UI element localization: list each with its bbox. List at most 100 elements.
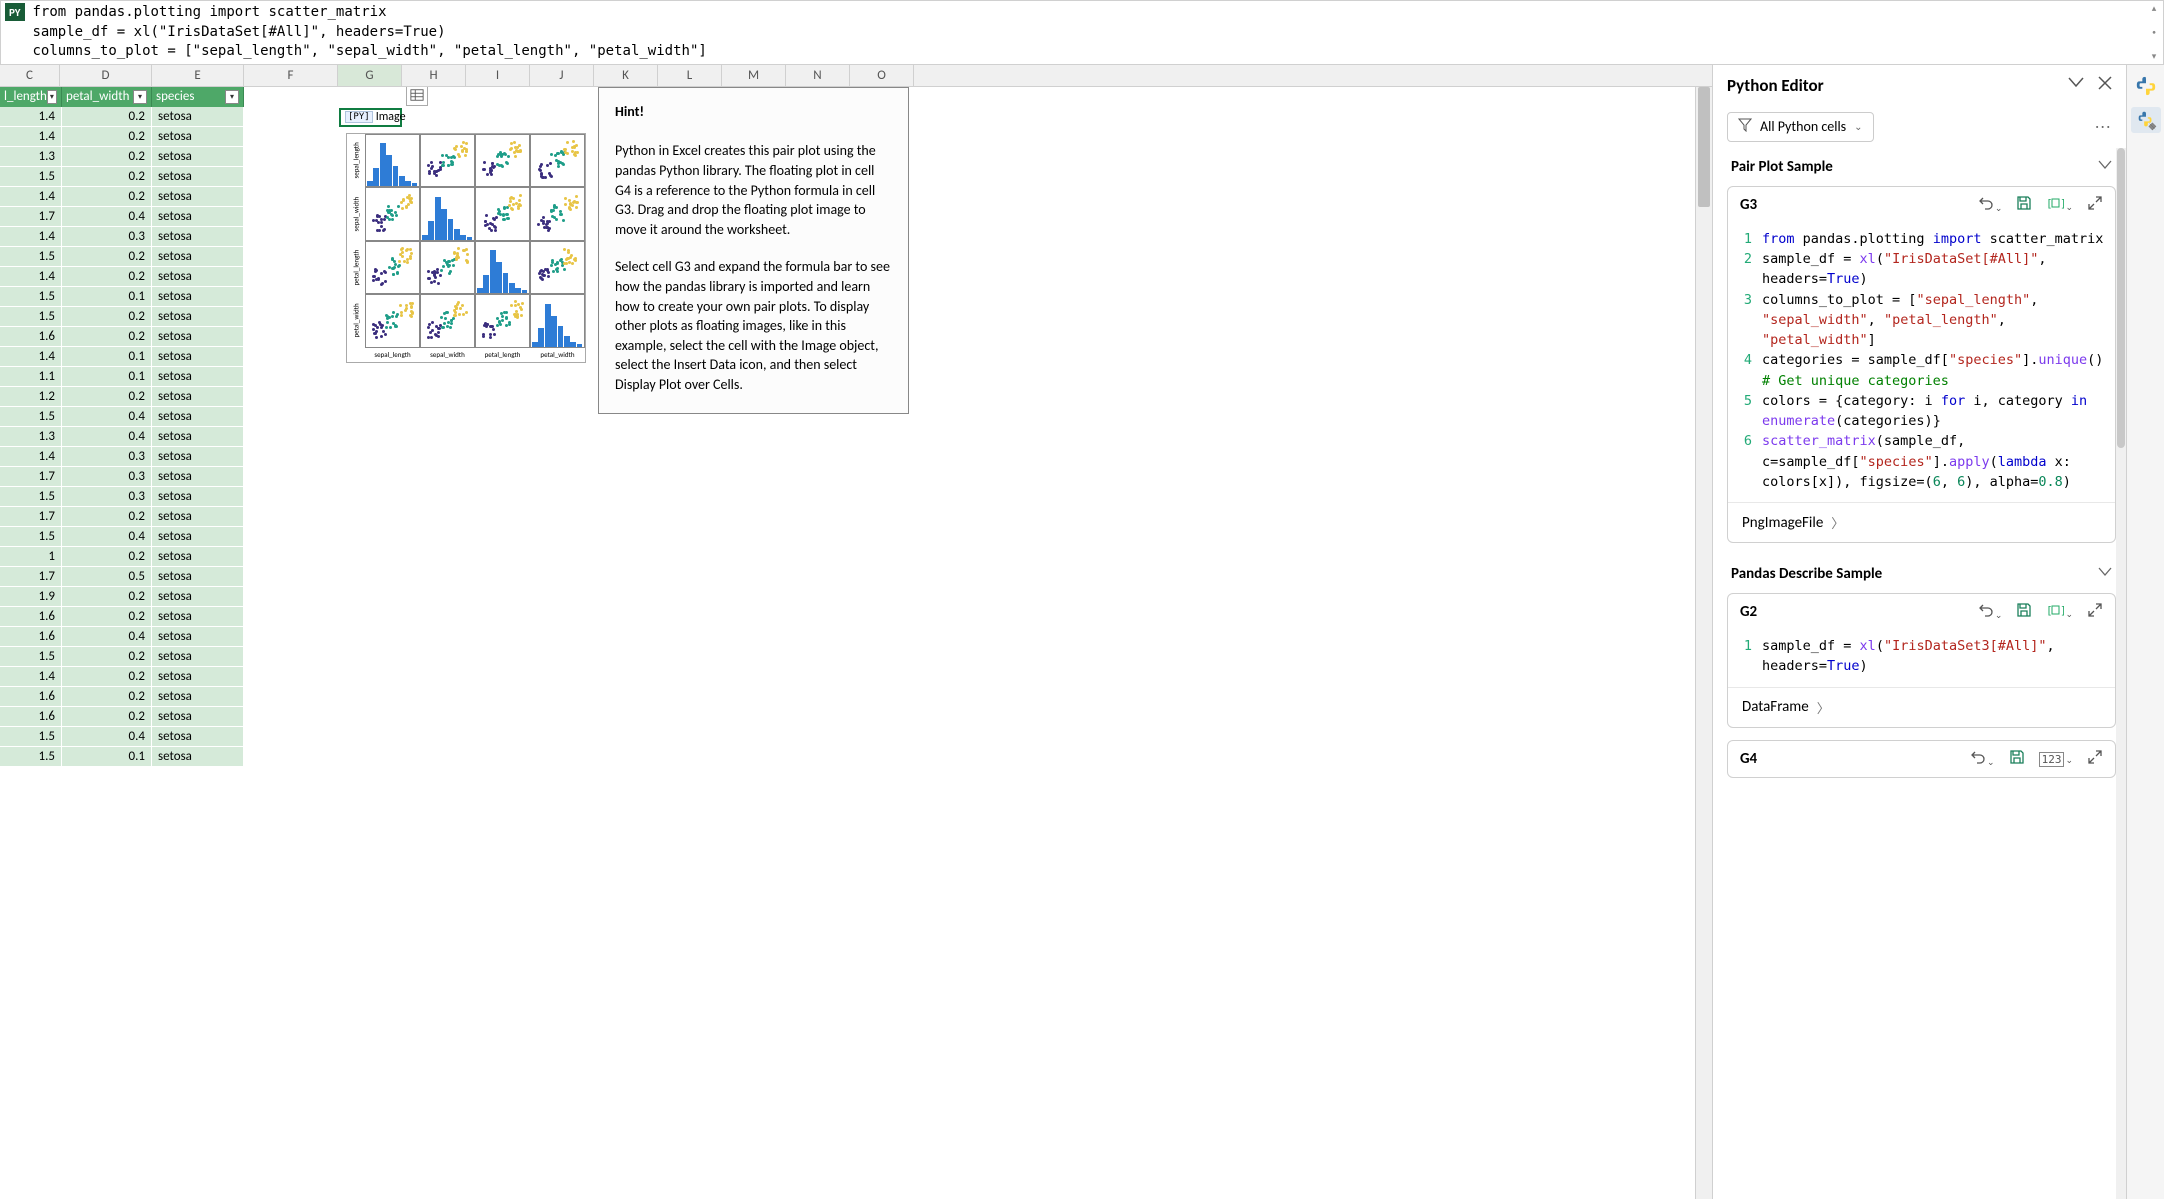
column-header-O[interactable]: O bbox=[850, 65, 914, 86]
table-cell[interactable]: 1.5 bbox=[0, 527, 62, 547]
table-cell[interactable]: 0.2 bbox=[62, 707, 152, 727]
save-button[interactable] bbox=[2016, 602, 2032, 622]
formula-scroll-down-icon[interactable]: ▾ bbox=[2152, 51, 2157, 62]
table-cell[interactable]: 0.2 bbox=[62, 387, 152, 407]
table-header-petal_width[interactable]: petal_width▾ bbox=[62, 87, 152, 107]
code-line[interactable]: columns_to_plot = ["sepal_length", "sepa… bbox=[1762, 290, 2115, 351]
table-cell[interactable]: 1.7 bbox=[0, 207, 62, 227]
table-cell[interactable]: setosa bbox=[152, 567, 244, 587]
table-cell[interactable]: 0.4 bbox=[62, 207, 152, 227]
table-cell[interactable]: 1.7 bbox=[0, 467, 62, 487]
table-cell[interactable]: 0.2 bbox=[62, 167, 152, 187]
table-cell[interactable]: 0.2 bbox=[62, 307, 152, 327]
insert-data-smart-tag[interactable] bbox=[406, 87, 428, 106]
table-cell[interactable]: setosa bbox=[152, 507, 244, 527]
table-cell[interactable]: 0.1 bbox=[62, 287, 152, 307]
table-cell[interactable]: 0.4 bbox=[62, 407, 152, 427]
card-cell-ref[interactable]: G2 bbox=[1740, 603, 1757, 621]
table-cell[interactable]: 0.2 bbox=[62, 127, 152, 147]
table-cell[interactable]: setosa bbox=[152, 647, 244, 667]
filter-dropdown[interactable]: All Python cells ⌄ bbox=[1727, 112, 1874, 142]
table-cell[interactable]: 1.4 bbox=[0, 667, 62, 687]
table-cell[interactable]: setosa bbox=[152, 187, 244, 207]
column-header-F[interactable]: F bbox=[244, 65, 338, 86]
table-cell[interactable]: 1.5 bbox=[0, 167, 62, 187]
code-line[interactable]: colors = {category: i for i, category in… bbox=[1762, 391, 2115, 432]
table-cell[interactable]: 1.6 bbox=[0, 627, 62, 647]
table-cell[interactable]: 1.5 bbox=[0, 287, 62, 307]
code-line[interactable]: sample_df = xl("IrisDataSet[#All]", head… bbox=[1762, 249, 2115, 290]
card-cell-ref[interactable]: G4 bbox=[1740, 750, 1757, 768]
table-cell[interactable]: 0.2 bbox=[62, 587, 152, 607]
table-cell[interactable]: setosa bbox=[152, 747, 244, 767]
card-output[interactable]: PngImageFile〉 bbox=[1728, 502, 2115, 542]
grid-vertical-scrollbar[interactable] bbox=[1695, 87, 1712, 1199]
table-cell[interactable]: 1.4 bbox=[0, 107, 62, 127]
table-cell[interactable]: 1.1 bbox=[0, 367, 62, 387]
table-cell[interactable]: 0.1 bbox=[62, 747, 152, 767]
code-line[interactable]: sample_df = xl("IrisDataSet3[#All]", hea… bbox=[1762, 636, 2115, 677]
table-cell[interactable]: setosa bbox=[152, 687, 244, 707]
panel-scrollbar[interactable] bbox=[2116, 148, 2126, 1199]
output-type-dropdown[interactable]: []⌄ bbox=[2046, 603, 2073, 621]
python-rail-button[interactable] bbox=[2131, 73, 2161, 99]
table-cell[interactable]: 0.2 bbox=[62, 647, 152, 667]
undo-button[interactable]: ⌄ bbox=[1978, 195, 2003, 215]
floating-plot-image[interactable]: sepal_lengthsepal_widthpetal_lengthpetal… bbox=[342, 129, 590, 367]
column-header-H[interactable]: H bbox=[402, 65, 466, 86]
expand-button[interactable] bbox=[2087, 749, 2103, 769]
table-cell[interactable]: 1.4 bbox=[0, 267, 62, 287]
table-cell[interactable]: setosa bbox=[152, 287, 244, 307]
table-cell[interactable]: 1.7 bbox=[0, 567, 62, 587]
table-cell[interactable]: 0.3 bbox=[62, 227, 152, 247]
table-cell[interactable]: 0.2 bbox=[62, 547, 152, 567]
column-header-N[interactable]: N bbox=[786, 65, 850, 86]
code-line[interactable]: scatter_matrix(sample_df, c=sample_df["s… bbox=[1762, 431, 2115, 492]
table-cell[interactable]: 0.1 bbox=[62, 367, 152, 387]
table-cell[interactable]: setosa bbox=[152, 607, 244, 627]
panel-collapse-icon[interactable] bbox=[2068, 76, 2084, 94]
table-cell[interactable]: setosa bbox=[152, 147, 244, 167]
panel-more-menu[interactable]: ··· bbox=[2095, 118, 2112, 135]
table-cell[interactable]: 1 bbox=[0, 547, 62, 567]
undo-button[interactable]: ⌄ bbox=[1970, 749, 1995, 769]
column-header-D[interactable]: D bbox=[60, 65, 152, 86]
card-output[interactable]: DataFrame〉 bbox=[1728, 687, 2115, 727]
column-header-C[interactable]: C bbox=[0, 65, 60, 86]
table-cell[interactable]: 0.3 bbox=[62, 487, 152, 507]
table-cell[interactable]: setosa bbox=[152, 727, 244, 747]
table-cell[interactable]: 0.2 bbox=[62, 507, 152, 527]
code-line[interactable]: from pandas.plotting import scatter_matr… bbox=[1762, 229, 2115, 249]
table-cell[interactable]: setosa bbox=[152, 527, 244, 547]
table-cell[interactable]: 1.6 bbox=[0, 327, 62, 347]
table-cell[interactable]: setosa bbox=[152, 347, 244, 367]
table-cell[interactable]: setosa bbox=[152, 627, 244, 647]
table-cell[interactable]: 1.4 bbox=[0, 447, 62, 467]
column-header-L[interactable]: L bbox=[658, 65, 722, 86]
table-cell[interactable]: 1.5 bbox=[0, 727, 62, 747]
table-cell[interactable]: setosa bbox=[152, 707, 244, 727]
table-cell[interactable]: 0.2 bbox=[62, 107, 152, 127]
table-cell[interactable]: setosa bbox=[152, 427, 244, 447]
table-cell[interactable]: 1.4 bbox=[0, 187, 62, 207]
column-header-M[interactable]: M bbox=[722, 65, 786, 86]
table-cell[interactable]: 0.2 bbox=[62, 687, 152, 707]
formula-expand-controls[interactable]: ▴ ● ▾ bbox=[2145, 1, 2163, 64]
expand-button[interactable] bbox=[2087, 602, 2103, 622]
table-cell[interactable]: 1.5 bbox=[0, 307, 62, 327]
table-cell[interactable]: 1.5 bbox=[0, 487, 62, 507]
table-header-l_length[interactable]: l_length▾ bbox=[0, 87, 62, 107]
table-cell[interactable]: 0.2 bbox=[62, 667, 152, 687]
code-block[interactable]: 1sample_df = xl("IrisDataSet3[#All]", he… bbox=[1728, 630, 2115, 687]
table-cell[interactable]: setosa bbox=[152, 667, 244, 687]
table-cell[interactable]: 0.2 bbox=[62, 247, 152, 267]
table-cell[interactable]: 0.5 bbox=[62, 567, 152, 587]
worksheet-grid[interactable]: CDEFGHIJKLMNO l_length▾petal_width▾speci… bbox=[0, 65, 1712, 1199]
table-cell[interactable]: setosa bbox=[152, 127, 244, 147]
table-cell[interactable]: 1.5 bbox=[0, 747, 62, 767]
table-cell[interactable]: 1.4 bbox=[0, 127, 62, 147]
table-cell[interactable]: 0.4 bbox=[62, 427, 152, 447]
table-cell[interactable]: 1.6 bbox=[0, 687, 62, 707]
table-cell[interactable]: 0.2 bbox=[62, 147, 152, 167]
table-cell[interactable]: 0.1 bbox=[62, 347, 152, 367]
